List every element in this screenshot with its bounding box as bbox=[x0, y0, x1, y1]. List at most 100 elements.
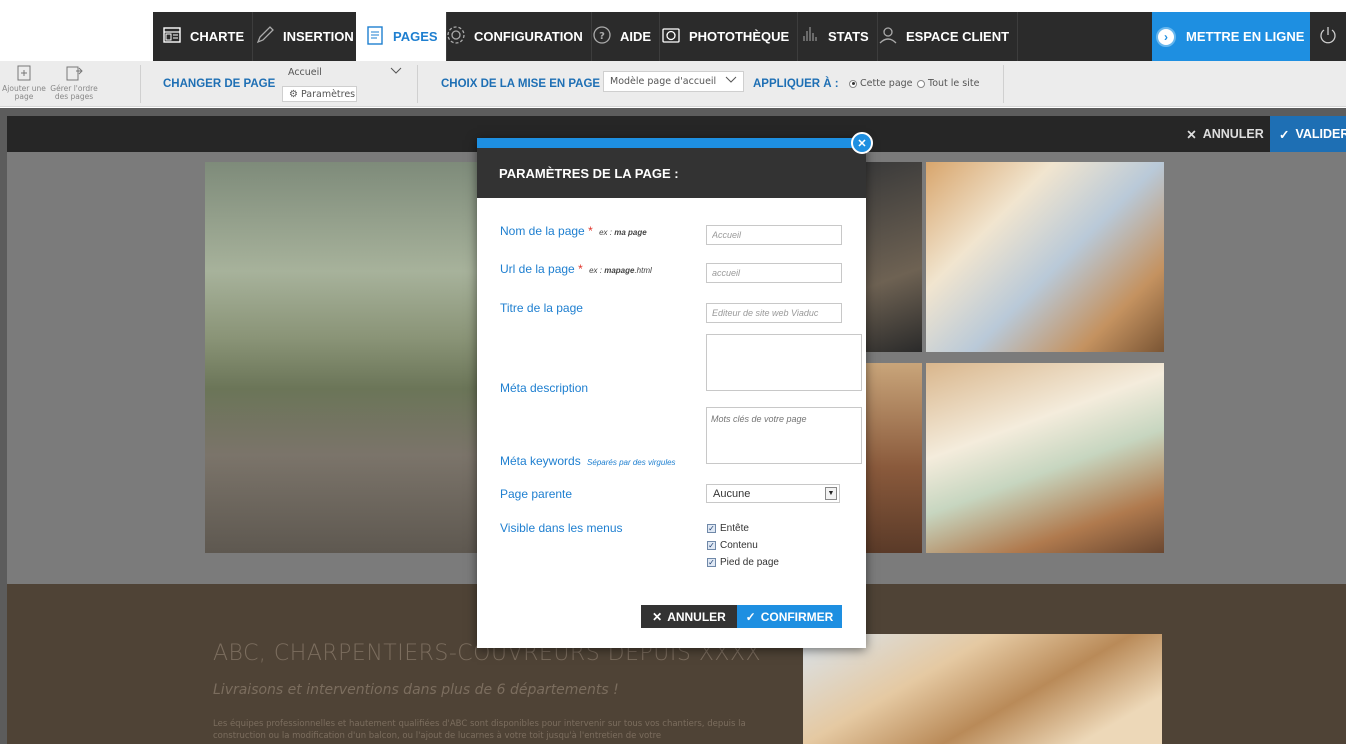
hint-prefix: ex : bbox=[599, 228, 612, 237]
nav-pages[interactable]: PAGES bbox=[356, 12, 447, 61]
page-url-hint: ex : mapage.html bbox=[589, 266, 652, 275]
add-page-icon bbox=[17, 65, 31, 81]
page-name-hint: ex : ma page bbox=[599, 228, 647, 237]
cancel-edit-label: ANNULER bbox=[1202, 127, 1264, 141]
pencil-icon bbox=[254, 24, 276, 49]
nav-aide[interactable]: ? AIDE bbox=[583, 12, 661, 61]
page-name-label: Nom de la page * ex : ma page bbox=[500, 224, 647, 238]
checkbox-checked-icon: ✓ bbox=[707, 558, 716, 567]
toolbar-divider bbox=[140, 65, 141, 103]
page-title-input[interactable] bbox=[706, 303, 842, 323]
modal-cancel-button[interactable]: ✕ ANNULER bbox=[641, 605, 737, 628]
nav-pages-label: PAGES bbox=[393, 29, 438, 44]
chevron-down-icon bbox=[390, 67, 402, 78]
checkbox-header[interactable]: ✓ Entête bbox=[707, 523, 749, 534]
page-name-input[interactable] bbox=[706, 225, 842, 245]
meta-keywords-input[interactable] bbox=[706, 407, 862, 464]
logout-button[interactable] bbox=[1310, 12, 1346, 61]
close-icon: ✕ bbox=[1186, 127, 1197, 142]
nav-phototheque-label: PHOTOTHÈQUE bbox=[689, 29, 790, 44]
checkbox-footer[interactable]: ✓ Pied de page bbox=[707, 557, 779, 568]
validate-button[interactable]: ✓ VALIDER bbox=[1270, 116, 1346, 152]
pages-icon bbox=[364, 24, 386, 49]
gear-icon: ⚙ bbox=[289, 88, 298, 100]
svg-text:?: ? bbox=[599, 31, 605, 42]
site-paragraph: Les équipes professionnelles et hautemen… bbox=[213, 719, 746, 741]
validate-label: VALIDER bbox=[1295, 127, 1346, 141]
parent-page-label: Page parente bbox=[500, 487, 573, 501]
meta-description-input[interactable] bbox=[706, 334, 862, 391]
checkbox-checked-icon: ✓ bbox=[707, 524, 716, 533]
modal-confirm-button[interactable]: ✓ CONFIRMER bbox=[737, 605, 842, 628]
checkbox-footer-label: Pied de page bbox=[720, 557, 779, 568]
radio-this-page-label: Cette page bbox=[860, 78, 913, 89]
publish-label: METTRE EN LIGNE bbox=[1186, 29, 1305, 44]
add-page-button[interactable]: Ajouter une page bbox=[0, 61, 48, 107]
checkbox-content-label: Contenu bbox=[720, 540, 758, 551]
close-icon: ✕ bbox=[857, 137, 867, 150]
parent-page-select[interactable]: Aucune ▼ bbox=[706, 484, 840, 503]
nav-espace-client-label: ESPACE CLIENT bbox=[906, 29, 1010, 44]
visible-menus-label: Visible dans les menus bbox=[500, 521, 623, 535]
nav-espace-client[interactable]: ESPACE CLIENT bbox=[869, 12, 1019, 61]
page-url-label: Url de la page * ex : mapage.html bbox=[500, 262, 652, 276]
order-pages-icon bbox=[66, 66, 83, 81]
dropdown-arrow-icon: ▼ bbox=[825, 487, 837, 500]
nav-stats[interactable]: STATS bbox=[791, 12, 878, 61]
site-subheading: Livraisons et interventions dans plus de… bbox=[213, 682, 619, 698]
radio-this-page[interactable]: Cette page bbox=[849, 78, 913, 89]
order-pages-label: Gérer l'ordre des pages bbox=[50, 84, 98, 101]
hint-bold: ma page bbox=[614, 228, 647, 237]
cancel-edit-button[interactable]: ✕ ANNULER bbox=[1180, 116, 1270, 152]
checkbox-content[interactable]: ✓ Contenu bbox=[707, 540, 758, 551]
toolbar-divider bbox=[1003, 65, 1004, 103]
toolbar-divider bbox=[417, 65, 418, 103]
layout-select-value: Modèle page d'accueil bbox=[610, 76, 717, 87]
add-page-label: Ajouter une page bbox=[2, 84, 46, 101]
modal-confirm-label: CONFIRMER bbox=[760, 609, 834, 624]
nav-insertion-label: INSERTION bbox=[283, 29, 354, 44]
parent-page-value: Aucune bbox=[713, 487, 751, 500]
chevron-right-icon: › bbox=[1156, 26, 1176, 47]
hint-bold: mapage bbox=[604, 266, 635, 275]
attic-room-photo bbox=[926, 363, 1164, 553]
nav-phototheque[interactable]: PHOTOTHÈQUE bbox=[652, 12, 799, 61]
nav-insertion[interactable]: INSERTION bbox=[246, 12, 363, 61]
framework-photo bbox=[803, 634, 1162, 744]
publish-button[interactable]: › METTRE EN LIGNE bbox=[1152, 12, 1310, 61]
camera-icon bbox=[660, 24, 682, 49]
checkbox-checked-icon: ✓ bbox=[707, 541, 716, 550]
layout-label: CHOIX DE LA MISE EN PAGE bbox=[441, 78, 601, 90]
radio-whole-site[interactable]: Tout le site bbox=[917, 78, 979, 89]
change-page-label: CHANGER DE PAGE bbox=[163, 78, 276, 90]
page-title-label: Titre de la page bbox=[500, 301, 583, 315]
params-button[interactable]: ⚙ Paramètres bbox=[282, 86, 357, 102]
modal-accent-bar bbox=[477, 138, 866, 148]
page-select[interactable]: Accueil bbox=[282, 63, 408, 81]
hint-prefix: ex : bbox=[589, 266, 602, 275]
close-icon: ✕ bbox=[652, 609, 663, 624]
gear-icon bbox=[445, 24, 467, 49]
carpenter-roof-photo bbox=[926, 162, 1164, 352]
page-url-input[interactable] bbox=[706, 263, 842, 283]
roof-photo-small bbox=[866, 162, 922, 352]
order-pages-button[interactable]: Gérer l'ordre des pages bbox=[48, 61, 100, 107]
meta-keywords-label: Méta keywords Séparés par des virgules bbox=[500, 454, 676, 468]
meta-keywords-hint: Séparés par des virgules bbox=[587, 458, 676, 467]
modal-cancel-label: ANNULER bbox=[667, 609, 726, 624]
nav-configuration[interactable]: CONFIGURATION bbox=[437, 12, 592, 61]
meta-description-label: Méta description bbox=[500, 381, 589, 395]
radio-whole-site-label: Tout le site bbox=[928, 78, 980, 89]
radio-button-checked bbox=[849, 79, 857, 88]
required-mark: * bbox=[578, 262, 583, 276]
nav-aide-label: AIDE bbox=[620, 29, 652, 44]
modal-close-button[interactable]: ✕ bbox=[851, 132, 873, 154]
modal-title-text: PARAMÈTRES DE LA PAGE : bbox=[499, 165, 679, 181]
chevron-down-icon bbox=[725, 76, 737, 87]
check-icon: ✓ bbox=[745, 609, 756, 624]
nav-charte[interactable]: CHARTE bbox=[153, 12, 254, 61]
apply-label: APPLIQUER À : bbox=[753, 78, 839, 90]
layout-select[interactable]: Modèle page d'accueil bbox=[603, 71, 744, 92]
page-url-label-text: Url de la page bbox=[500, 262, 575, 276]
page-name-label-text: Nom de la page bbox=[500, 224, 585, 238]
